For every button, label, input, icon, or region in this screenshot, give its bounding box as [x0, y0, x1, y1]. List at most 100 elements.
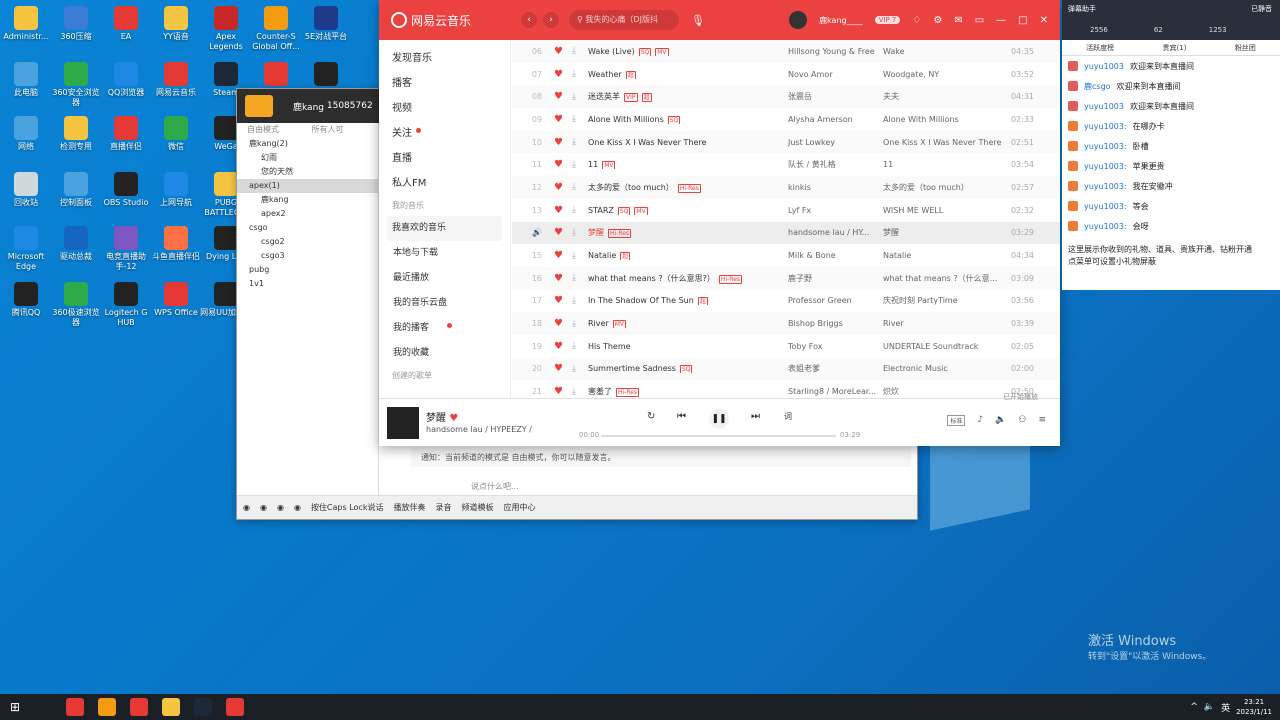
live-tab[interactable]: 贵宾(1) [1163, 40, 1187, 55]
yy-channel[interactable]: csgo [237, 221, 378, 235]
sidebar-my-item[interactable]: 我喜欢的音乐 [387, 216, 502, 241]
download-icon[interactable]: ⤓ [572, 228, 584, 238]
volume-icon[interactable]: 🔈 [995, 415, 1006, 426]
desktop-icon[interactable]: Counter-S Global Off... [250, 2, 302, 52]
heart-icon[interactable]: ♥ [554, 250, 566, 261]
track-artist[interactable]: handsome lau / HY... [788, 228, 878, 237]
yy-channel[interactable]: 您的天然 [237, 165, 378, 179]
track-title[interactable]: Weather 超 [588, 70, 778, 79]
track-row[interactable]: 20 ♥ ⤓ Summertime Sadness SQ 表姐老爹 Electronic M… [512, 357, 1060, 381]
desktop-icon[interactable]: 斗鱼直播伴侣 [150, 222, 202, 262]
track-row[interactable]: 18 ♥ ⤓ River MV Bishop Briggs River 03:39 [512, 312, 1060, 335]
track-album[interactable]: 夫夫 [883, 91, 1003, 102]
taskbar-app-icon[interactable] [162, 698, 181, 716]
heart-icon[interactable]: ♥ [554, 318, 566, 329]
message-user[interactable]: yuyu1003: [1084, 162, 1127, 171]
track-artist[interactable]: 鹿子野 [788, 273, 878, 284]
track-album[interactable]: WISH ME WELL [883, 206, 1003, 215]
track-title[interactable]: 11 MV [588, 160, 778, 170]
desktop-icon[interactable]: Microsoft Edge [0, 222, 52, 272]
desktop-icon[interactable]: EA [100, 2, 152, 42]
download-icon[interactable]: ⤓ [572, 137, 584, 147]
yy-bottom-item[interactable]: 播放伴奏 [393, 502, 425, 513]
desktop-icon[interactable]: 电竞直播助手-12 [100, 222, 152, 272]
lyric-button[interactable]: 词 [784, 411, 792, 422]
desktop-icon[interactable]: 控制面板 [50, 168, 102, 208]
desktop-icon[interactable]: 网易云音乐 [150, 58, 202, 98]
track-row[interactable]: 09 ♥ ⤓ Alone With Millions SQ Alysha Amerson A… [512, 108, 1060, 131]
download-icon[interactable]: ⤓ [572, 92, 584, 102]
track-row[interactable]: 11 ♥ ⤓ 11 MV 队长 / 黄礼格 11 03:54 [512, 153, 1060, 176]
search-input[interactable]: ⚲ 我失的心痛（DJ版抖 [569, 10, 680, 30]
taskbar-app-icon[interactable] [194, 698, 213, 716]
track-album[interactable]: Woodgate, NY [883, 70, 1003, 79]
desktop-icon[interactable]: 检测专用 [50, 112, 102, 152]
vip-badge[interactable]: VIP 7 [874, 16, 901, 24]
download-icon[interactable]: ⤓ [572, 46, 584, 56]
track-artist[interactable]: Professor Green [788, 296, 878, 305]
download-icon[interactable]: ⤓ [572, 69, 584, 79]
yy-channel[interactable]: csgo2 [237, 235, 378, 249]
sidebar-my-item[interactable]: 本地与下载 [379, 241, 510, 266]
yy-channel[interactable]: 1v1 [237, 277, 378, 291]
desktop-icon[interactable]: 回收站 [0, 168, 52, 208]
desktop-icon[interactable]: 腾讯QQ [0, 278, 52, 318]
track-row[interactable]: 08 ♥ ⤓ 迷迭英羊 VIP 超张震岳 夫夫 04:31 [512, 85, 1060, 109]
sidebar-my-item[interactable]: 最近播放 [379, 266, 510, 291]
track-row[interactable]: 13 ♥ ⤓ STARZ SQ MV Lyf Fx WISH ME WELL 02:32 [512, 199, 1060, 222]
skin-icon[interactable]: ♢ [912, 15, 921, 26]
track-title[interactable]: One Kiss X I Was Never There [588, 138, 778, 147]
live-tab[interactable]: 活跃度榜 [1086, 40, 1114, 55]
sidebar-my-item[interactable]: 我的收藏 [379, 341, 510, 366]
gear-icon[interactable]: ⚙ [933, 15, 942, 26]
heart-icon[interactable]: ♥ [554, 159, 566, 170]
avatar[interactable] [789, 11, 808, 29]
pause-button[interactable]: ❚❚ [709, 409, 729, 429]
desktop-icon[interactable]: 360压缩 [50, 2, 102, 42]
track-title[interactable]: Summertime Sadness SQ [588, 364, 778, 374]
message-user[interactable]: yuyu1003 [1084, 102, 1124, 111]
heart-icon[interactable]: ♥ [554, 91, 566, 102]
track-title[interactable]: 害羞了 Hi-Res [588, 386, 778, 398]
heart-icon[interactable]: ♥ [554, 69, 566, 80]
yy-bottom-item[interactable]: 应用中心 [503, 502, 535, 513]
ime-indicator[interactable]: 英 [1221, 701, 1230, 714]
track-row[interactable]: 🔊 ♥ ⤓ 梦醒 Hi-Res handsome lau / HY... 梦醒 03:29 [512, 221, 1060, 245]
download-icon[interactable]: ⤓ [572, 341, 584, 351]
minimize-icon[interactable]: — [996, 15, 1006, 26]
download-icon[interactable]: ⤓ [572, 296, 584, 306]
desktop-icon[interactable]: 网络 [0, 112, 52, 152]
track-album[interactable]: 炽炊 [883, 386, 1003, 397]
heart-icon[interactable]: ♥ [554, 295, 566, 306]
heart-icon[interactable]: ♥ [449, 413, 458, 424]
track-title[interactable]: Alone With Millions SQ [588, 115, 778, 124]
taskbar-app-icon[interactable] [130, 698, 149, 716]
sidebar-my-item[interactable]: 我的音乐云盘 [379, 291, 510, 316]
track-row[interactable]: 19 ♥ ⤓ His Theme Toby Fox UNDERTALE Soundtrac… [512, 335, 1060, 358]
heart-icon[interactable]: ♥ [554, 182, 566, 193]
heart-icon[interactable]: ♥ [554, 46, 566, 57]
track-row[interactable]: 21 ♥ ⤓ 害羞了 Hi-Res Starling8 / MoreLear... 炽炊 02… [512, 380, 1060, 398]
track-title[interactable]: Wake (Live) SQ MV [588, 47, 778, 56]
track-row[interactable]: 10 ♥ ⤓ One Kiss X I Was Never There Just Low… [512, 130, 1060, 154]
track-artist[interactable]: kinkis [788, 183, 878, 192]
download-icon[interactable]: ⤓ [572, 114, 584, 124]
yy-bottom-item[interactable]: 按住Caps Lock说话 [311, 502, 384, 513]
track-artist[interactable]: Just Lowkey [788, 138, 878, 147]
track-title[interactable]: 迷迭英羊 VIP 超 [588, 91, 778, 103]
desktop-icon[interactable]: 360安全浏览器 [50, 58, 102, 108]
track-row[interactable]: 17 ♥ ⤓ In The Shadow Of The Sun 超 Professor G… [512, 290, 1060, 313]
track-album[interactable]: 庆祝时刻 PartyTime [883, 295, 1003, 306]
track-album[interactable]: UNDERTALE Soundtrack [883, 342, 1003, 351]
sidebar-my-item[interactable]: 我的播客 [379, 316, 510, 341]
message-user[interactable]: yuyu1003: [1084, 142, 1127, 151]
message-user[interactable]: yuyu1003: [1084, 122, 1127, 131]
desktop-icon[interactable]: Logitech G HUB [100, 278, 152, 328]
desktop-icon[interactable]: YY语音 [150, 2, 202, 42]
track-artist[interactable]: 张震岳 [788, 91, 878, 102]
desktop-icon[interactable]: 微信 [150, 112, 202, 152]
message-user[interactable]: yuyu1003: [1084, 182, 1127, 191]
heart-icon[interactable]: ♥ [554, 386, 566, 397]
track-artist[interactable]: Alysha Amerson [788, 115, 878, 124]
desktop-icon[interactable]: WPS Office [150, 278, 202, 318]
